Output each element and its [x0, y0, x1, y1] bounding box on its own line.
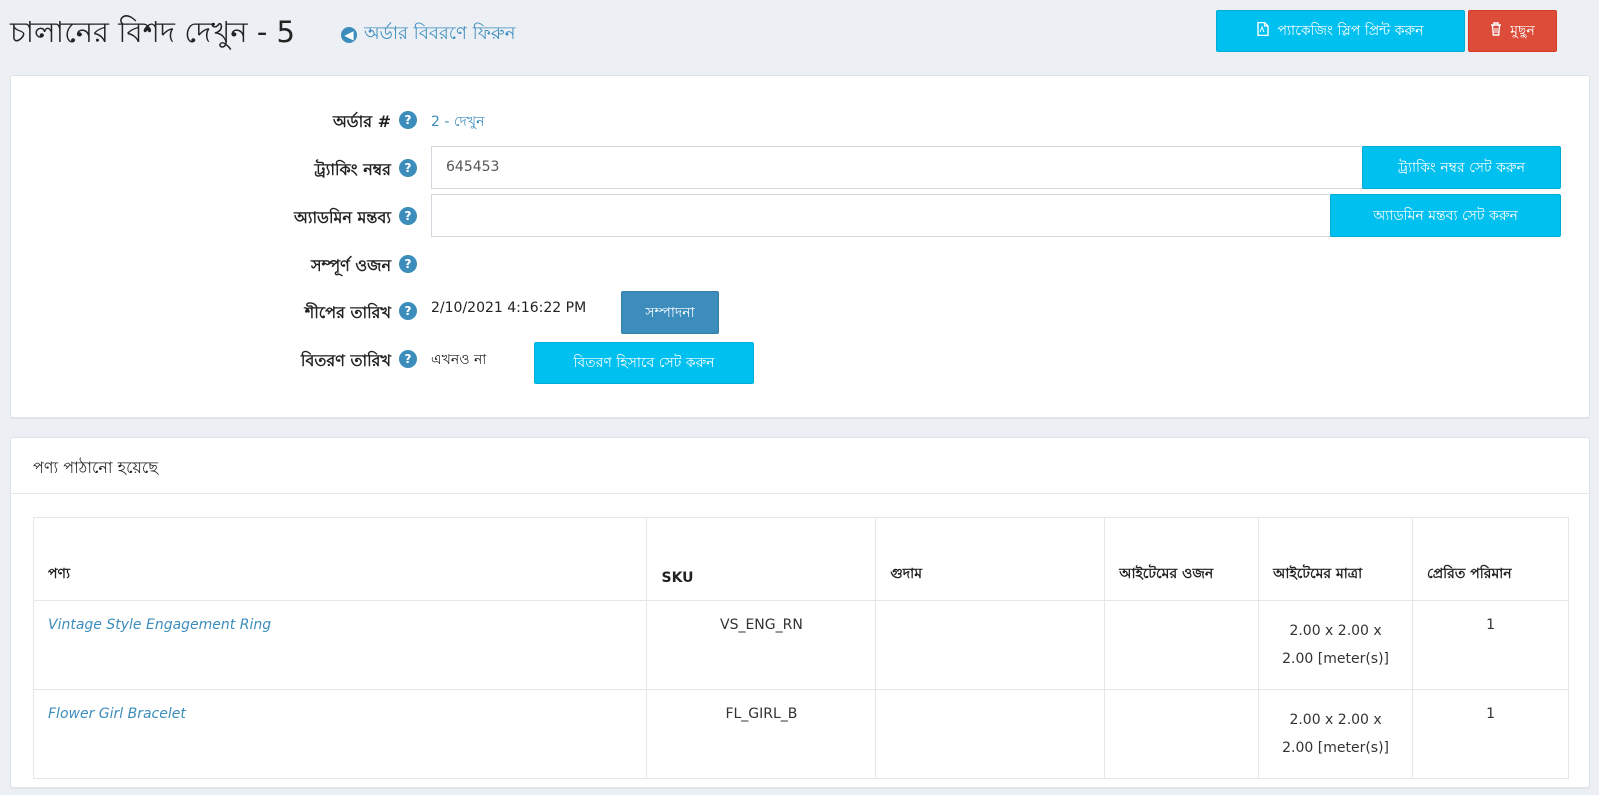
print-packaging-slip-button[interactable]: প্যাকেজিং স্লিপ প্রিন্ট করুন — [1216, 10, 1465, 52]
print-button-label: প্যাকেজিং স্লিপ প্রিন্ট করুন — [1277, 23, 1424, 39]
column-header-sku[interactable]: SKU — [646, 517, 877, 601]
delete-button[interactable]: মুছুন — [1468, 10, 1557, 52]
column-header-item-dimensions[interactable]: আইটেমের মাত্রা — [1258, 517, 1414, 601]
back-link-label: অর্ডার বিবরণে ফিরুন — [364, 23, 516, 44]
product-quantity: 1 — [1412, 689, 1569, 779]
edit-shipped-date-button[interactable]: সম্পাদনা — [621, 291, 719, 334]
products-table: পণ্য SKU গুদাম আইটেমের ওজন আইটেমের মাত্র… — [32, 517, 1569, 779]
question-circle-icon[interactable]: ? — [399, 207, 417, 225]
column-header-quantity-shipped[interactable]: প্রেরিত পরিমান — [1412, 517, 1569, 601]
tracking-number-label: ট্র্যাকিং নম্বর — [314, 160, 391, 179]
product-warehouse — [875, 600, 1106, 690]
product-weight — [1104, 689, 1260, 779]
column-header-product[interactable]: পণ্য — [32, 517, 648, 601]
total-weight-label: সম্পূর্ণ ওজন — [311, 256, 391, 275]
products-card-header: পণ্য পাঠানো হয়েছে — [11, 438, 1589, 494]
set-admin-comment-button[interactable]: অ্যাডমিন মন্তব্য সেট করুন — [1330, 194, 1561, 237]
product-dimensions: 2.00 x 2.00 x 2.00 [meter(s)] — [1258, 689, 1414, 779]
product-name-link[interactable]: Flower Girl Bracelet — [32, 689, 648, 779]
file-pdf-icon — [1257, 21, 1270, 40]
back-to-order-link[interactable]: ◀ অর্ডার বিবরণে ফিরুন — [341, 19, 515, 50]
question-circle-icon[interactable]: ? — [399, 350, 417, 368]
order-number-link[interactable]: 2 - দেখুন — [431, 110, 484, 134]
table-header-row: পণ্য SKU গুদাম আইটেমের ওজন আইটেমের মাত্র… — [32, 517, 1569, 601]
product-name-link[interactable]: Vintage Style Engagement Ring — [32, 600, 648, 690]
shipment-info-card: অর্ডার # ? 2 - দেখুন ট্র্যাকিং নম্বর ? 6… — [10, 75, 1590, 418]
product-sku: FL_GIRL_B — [646, 689, 877, 779]
product-sku: VS_ENG_RN — [646, 600, 877, 690]
dimensions-line-2: 2.00 [meter(s)] — [1282, 740, 1390, 756]
product-warehouse — [875, 689, 1106, 779]
products-card-title: পণ্য পাঠানো হয়েছে — [33, 458, 159, 477]
order-number-label: অর্ডার # — [332, 112, 391, 131]
question-circle-icon[interactable]: ? — [399, 159, 417, 177]
shipped-date-label: শীপের তারিখ — [304, 303, 391, 322]
delivery-date-label: বিতরণ তারিখ — [300, 351, 391, 370]
trash-icon — [1490, 22, 1502, 40]
delete-button-label: মুছুন — [1510, 23, 1535, 39]
products-shipped-card: পণ্য পাঠানো হয়েছে পণ্য SKU গুদাম আইটেমে… — [10, 437, 1590, 788]
question-circle-icon[interactable]: ? — [399, 302, 417, 320]
page-title: চালানের বিশদ দেখুন - 5 — [10, 15, 295, 49]
question-circle-icon[interactable]: ? — [399, 111, 417, 129]
column-header-warehouse[interactable]: গুদাম — [875, 517, 1106, 601]
set-as-delivered-button[interactable]: বিতরণ হিসাবে সেট করুন — [534, 342, 754, 384]
table-row: Flower Girl Bracelet FL_GIRL_B 2.00 x 2.… — [32, 689, 1569, 779]
dimensions-line-2: 2.00 [meter(s)] — [1282, 651, 1390, 667]
table-row: Vintage Style Engagement Ring VS_ENG_RN … — [32, 600, 1569, 690]
shipped-date-value: 2/10/2021 4:16:22 PM — [431, 300, 587, 316]
arrow-circle-left-icon: ◀ — [341, 26, 357, 43]
dimensions-line-1: 2.00 x 2.00 x — [1289, 712, 1382, 728]
product-dimensions: 2.00 x 2.00 x 2.00 [meter(s)] — [1258, 600, 1414, 690]
dimensions-line-1: 2.00 x 2.00 x — [1289, 623, 1382, 639]
delivery-date-value: এখনও না — [431, 352, 487, 368]
page-header: চালানের বিশদ দেখুন - 5 ◀ অর্ডার বিবরণে ফ… — [0, 0, 1599, 62]
product-quantity: 1 — [1412, 600, 1569, 690]
product-weight — [1104, 600, 1260, 690]
set-tracking-number-button[interactable]: ট্র্যাকিং নম্বর সেট করুন — [1362, 146, 1561, 189]
question-circle-icon[interactable]: ? — [399, 255, 417, 273]
tracking-number-input[interactable]: 645453 — [431, 146, 1363, 189]
admin-comment-label: অ্যাডমিন মন্তব্য — [294, 208, 391, 227]
column-header-item-weight[interactable]: আইটেমের ওজন — [1104, 517, 1260, 601]
admin-comment-input[interactable] — [431, 194, 1331, 237]
